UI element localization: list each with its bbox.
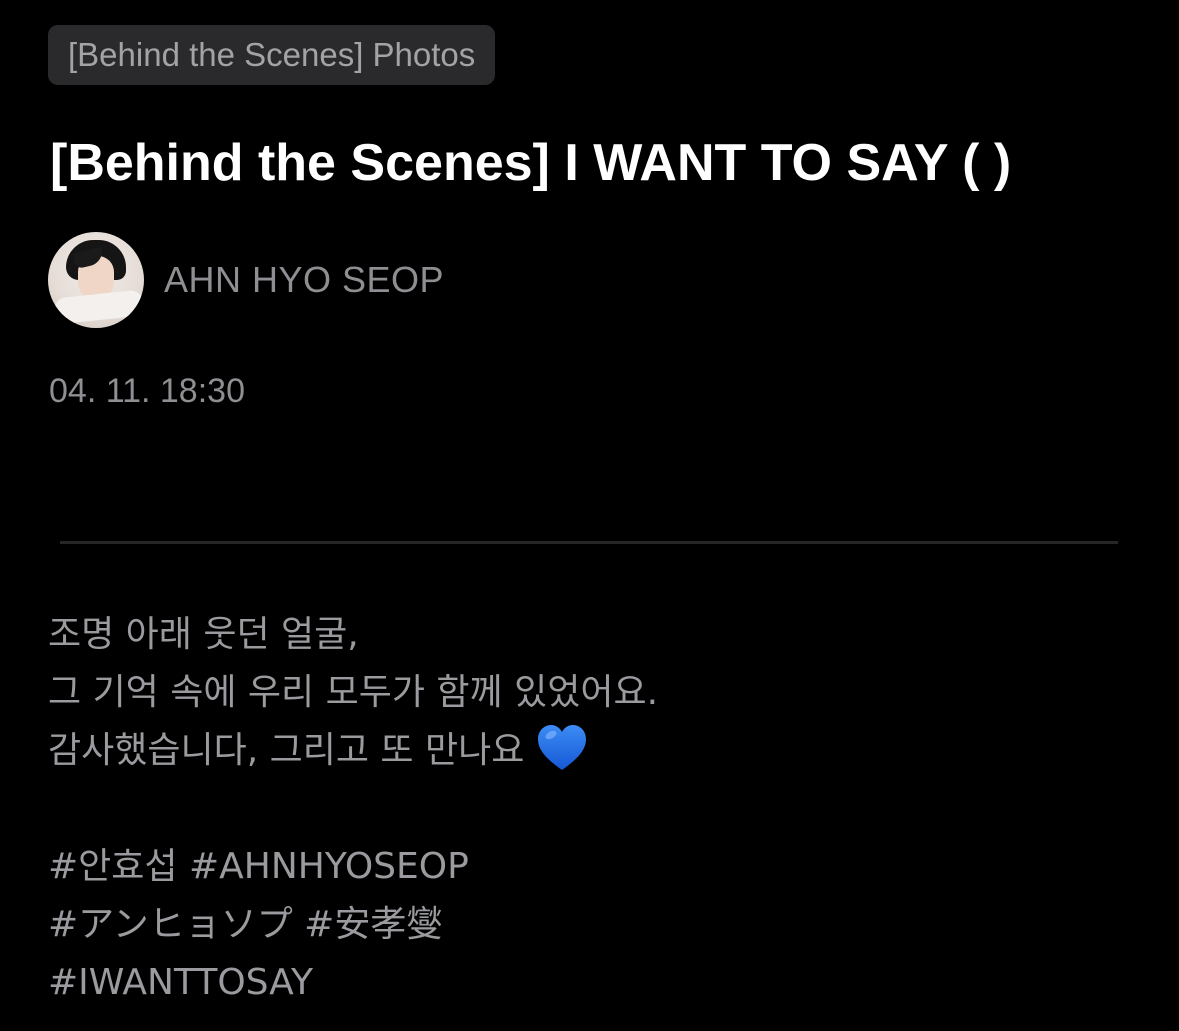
author-name[interactable]: AHN HYO SEOP: [164, 259, 444, 301]
hashtag-line[interactable]: #アンヒョソプ #安孝燮: [48, 896, 658, 954]
post-title: [Behind the Scenes] I WANT TO SAY ( ): [50, 134, 1012, 192]
body-line-with-heart: 감사했습니다, 그리고 또 만나요: [48, 722, 658, 780]
post-header: [Behind the Scenes] Photos [Behind the S…: [48, 25, 1119, 411]
body-line-text: 감사했습니다, 그리고 또 만나요: [48, 730, 525, 771]
blue-heart-icon: [538, 725, 587, 770]
author-row[interactable]: AHN HYO SEOP: [48, 232, 1119, 328]
category-chip[interactable]: [Behind the Scenes] Photos: [48, 25, 496, 85]
divider: [60, 541, 1118, 544]
hashtag-line[interactable]: #안효섭 #AHNHYOSEOP: [48, 838, 658, 896]
body-line: 조명 아래 웃던 얼굴,: [48, 614, 359, 655]
post-timestamp: 04. 11. 18:30: [49, 372, 245, 410]
body-line: 그 기억 속에 우리 모두가 함께 있었어요.: [48, 672, 659, 713]
avatar-arm: [52, 289, 144, 325]
post-body: 조명 아래 웃던 얼굴, 그 기억 속에 우리 모두가 함께 있었어요. 감사했…: [48, 606, 658, 1012]
hashtag-line[interactable]: #IWANTTOSAY: [48, 954, 658, 1012]
avatar[interactable]: [48, 232, 144, 328]
